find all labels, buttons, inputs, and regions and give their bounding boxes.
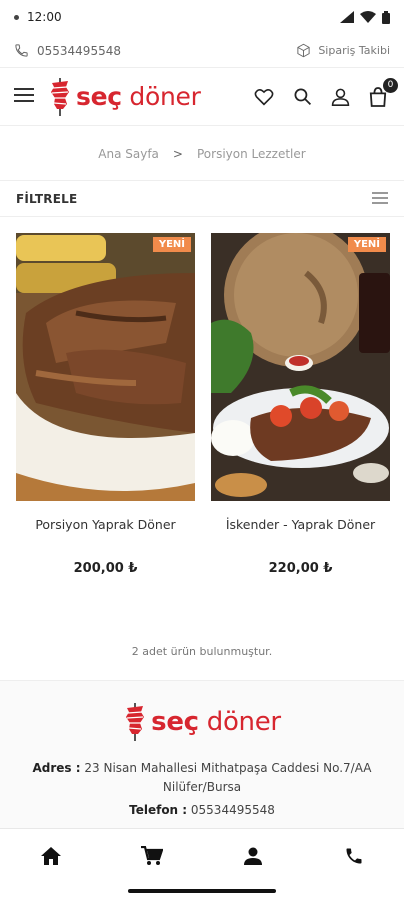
search-button[interactable]: [290, 85, 314, 109]
status-time: 12:00: [27, 10, 62, 24]
breadcrumb: Ana Sayfa > Porsiyon Lezzetler: [0, 127, 404, 181]
order-tracking-label: Sipariş Takibi: [318, 44, 390, 57]
bottom-navigation: [0, 828, 404, 882]
filter-button[interactable]: FİLTRELE: [16, 192, 77, 206]
logo-text: seç döner: [76, 82, 201, 111]
iskender-plate-image: [211, 233, 390, 501]
product-name[interactable]: İskender - Yaprak Döner: [211, 517, 390, 557]
status-icons: [340, 10, 390, 24]
signal-icon: [340, 11, 354, 23]
cart-count-badge: 0: [383, 77, 398, 93]
result-count: 2 adet ürün bulunmuştur.: [131, 645, 273, 658]
notification-dot: [14, 14, 19, 20]
home-icon: [40, 846, 61, 865]
product-name[interactable]: Porsiyon Yaprak Döner: [16, 517, 195, 557]
cart-icon: [140, 845, 163, 865]
nav-cart-button[interactable]: [132, 836, 172, 876]
heart-icon: [254, 88, 274, 106]
header-phone-link[interactable]: 05534495548: [14, 43, 121, 58]
breadcrumb-home[interactable]: Ana Sayfa: [98, 147, 159, 161]
doner-plate-image: [16, 233, 195, 501]
header-phone-number: 05534495548: [37, 43, 121, 58]
footer-phone[interactable]: Telefon : 05534495548: [0, 803, 404, 817]
phone-value: 05534495548: [190, 803, 275, 817]
product-card[interactable]: YENİ İskender - Yaprak Döner 220,00 ₺: [211, 233, 390, 576]
top-info-bar: 05534495548 Sipariş Takibi: [0, 34, 404, 68]
address-value: 23 Nisan Mahallesi Mithatpaşa Caddesi No…: [84, 761, 372, 794]
new-badge: YENİ: [152, 237, 191, 252]
product-card[interactable]: YENİ Porsiyon Yaprak Döner 200,00 ₺: [16, 233, 195, 576]
product-image-iskender-yaprak-doner[interactable]: YENİ: [211, 233, 390, 501]
footer-logo-text: seç döner: [151, 707, 281, 737]
menu-icon: [14, 87, 34, 102]
status-bar: 12:00: [0, 0, 404, 34]
site-logo[interactable]: seç döner: [48, 77, 201, 116]
product-image-porsiyon-yaprak-doner[interactable]: YENİ: [16, 233, 195, 501]
user-icon: [331, 88, 349, 106]
site-footer: seç döner Adres : 23 Nisan Mahallesi Mit…: [0, 680, 404, 828]
phone-icon: [15, 44, 28, 57]
product-price: 220,00 ₺: [268, 561, 333, 576]
view-toggle-button[interactable]: [372, 189, 388, 208]
footer-logo[interactable]: seç döner: [0, 703, 404, 741]
account-icon: [243, 847, 262, 865]
nav-account-button[interactable]: [233, 836, 273, 876]
doner-logo-icon: [51, 77, 69, 116]
header-actions: 0: [252, 77, 398, 109]
product-price: 200,00 ₺: [73, 561, 138, 576]
list-view-icon: [372, 192, 388, 204]
product-grid: YENİ Porsiyon Yaprak Döner 200,00 ₺ YENİ…: [16, 233, 390, 576]
filter-bar: FİLTRELE: [0, 181, 404, 217]
wishlist-button[interactable]: [252, 85, 276, 109]
order-tracking-link[interactable]: Sipariş Takibi: [296, 43, 390, 58]
address-label: Adres :: [32, 761, 81, 775]
phone-icon: [346, 848, 361, 863]
site-header: seç döner 0: [0, 68, 404, 126]
home-indicator[interactable]: [128, 889, 276, 893]
breadcrumb-current: Porsiyon Lezzetler: [196, 146, 306, 161]
battery-icon: [382, 10, 390, 24]
wifi-icon: [360, 11, 376, 23]
new-badge: YENİ: [347, 237, 386, 252]
breadcrumb-separator: >: [172, 146, 183, 161]
phone-label: Telefon :: [129, 803, 188, 817]
menu-button[interactable]: [14, 87, 34, 107]
search-icon: [294, 88, 311, 106]
nav-call-button[interactable]: [334, 836, 374, 876]
cart-button[interactable]: 0: [366, 77, 398, 109]
doner-logo-icon: [126, 703, 145, 741]
nav-home-button[interactable]: [31, 836, 71, 876]
footer-address: Adres : 23 Nisan Mahallesi Mithatpaşa Ca…: [0, 759, 404, 797]
account-button[interactable]: [328, 85, 352, 109]
box-icon: [297, 43, 310, 58]
